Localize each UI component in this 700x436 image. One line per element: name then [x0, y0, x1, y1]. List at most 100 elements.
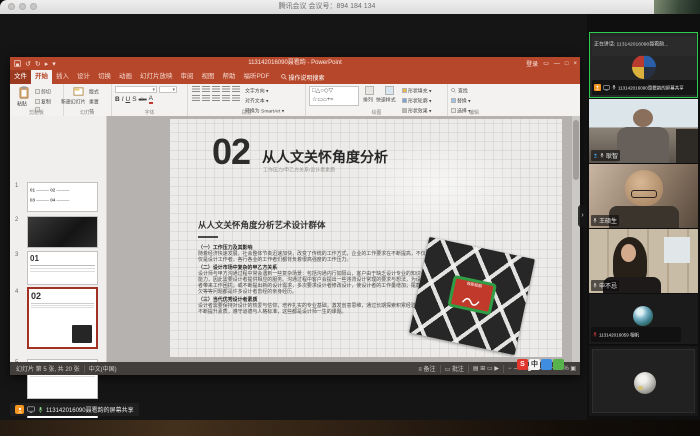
italic-button[interactable]: I: [122, 96, 124, 103]
fit-to-window-icon[interactable]: ▣: [570, 365, 576, 372]
sharer-avatar-icon: [15, 405, 24, 414]
language-indicator[interactable]: 中文(中国): [89, 364, 117, 373]
tab-design[interactable]: 设计: [73, 70, 94, 84]
shape-outline-button[interactable]: 形状轮廓 ▾: [402, 96, 441, 106]
ime-keyboard-icon[interactable]: [541, 359, 552, 370]
vertical-scrollbar[interactable]: [572, 116, 580, 362]
ribbon: 粘贴 剪切 复制 格式刷 剪贴板 新建幻灯片 版式 重置 节: [10, 84, 580, 117]
strikethrough-button[interactable]: abc: [139, 97, 147, 103]
layout-button[interactable]: 版式: [89, 87, 103, 97]
sign-in-button[interactable]: 登录: [526, 59, 538, 68]
close-window-icon[interactable]: [8, 3, 15, 10]
tab-file[interactable]: 文件: [10, 70, 31, 84]
slide-thumbnail-2[interactable]: [27, 216, 98, 248]
tab-home[interactable]: 开始: [31, 70, 52, 84]
tab-slideshow[interactable]: 幻灯片放映: [136, 70, 177, 84]
macos-titlebar: 腾讯会议 会议号：894 184 134: [0, 0, 654, 15]
paste-button[interactable]: 粘贴: [13, 86, 35, 109]
close-button[interactable]: ×: [573, 61, 577, 67]
cut-button[interactable]: 剪切: [35, 87, 61, 97]
tab-foxit-pdf[interactable]: 福昕PDF: [240, 70, 274, 84]
minimize-window-icon[interactable]: [19, 3, 26, 10]
share-pill-text: 113142016090聂雹韵的屏幕共享: [46, 405, 134, 414]
notes-icon: ≡: [418, 367, 422, 373]
clipboard-icon: [19, 86, 29, 99]
tab-help[interactable]: 帮助: [219, 70, 240, 84]
paragraph-group: 文字方向 ▾ 对齐文本 ▾ 转换为 SmartArt ▾ 段落: [188, 84, 306, 116]
maximize-button[interactable]: □: [565, 61, 569, 67]
bold-button[interactable]: B: [115, 96, 120, 103]
slide-title[interactable]: 从人文关怀角度分析: [262, 147, 388, 167]
copy-button[interactable]: 复制: [35, 97, 61, 107]
tile-participant-video[interactable]: 耿智: [589, 99, 698, 163]
find-button[interactable]: 查找: [451, 86, 498, 96]
tab-transitions[interactable]: 切换: [94, 70, 115, 84]
avatar: [634, 372, 656, 394]
quick-styles-icon: [385, 86, 394, 95]
slide-thumbnail-3[interactable]: 01: [27, 251, 98, 285]
powerpoint-window-title: 113142016090聂雹韵 - PowerPoint: [10, 57, 580, 70]
ime-toolbox-icon[interactable]: [553, 359, 564, 370]
tile-active-speaker-share[interactable]: 正在讲话: 113142016090聂雹韵... 113142016090聂雹韵…: [589, 32, 698, 98]
zoom-out-button[interactable]: −: [508, 366, 512, 372]
reset-button[interactable]: 重置: [89, 97, 103, 107]
poster-image[interactable]: 极新假期: [409, 237, 535, 355]
tile-participant-video[interactable]: 申不忌: [589, 229, 698, 293]
slide-subtitle[interactable]: 工作压力/甲乙方关系/设计者素质: [263, 166, 394, 179]
screen-share-indicator: 113142016090聂雹韵的屏幕共享: [10, 403, 139, 416]
tile-participant-avatar[interactable]: 113142016059 相帆: [589, 294, 698, 344]
font-size-select[interactable]: ▾: [159, 86, 177, 93]
mic-icon: [600, 152, 604, 159]
editing-group: 查找 替换 ▾ 选择 ▾ 编辑: [448, 84, 500, 116]
comments-icon: ▭: [445, 367, 451, 373]
slide-section-number[interactable]: 02: [212, 131, 250, 173]
slide[interactable]: 02 从人文关怀角度分析 工作压力/甲乙方关系/设计者素质 从人文关怀角度分析艺…: [170, 119, 562, 357]
tab-insert[interactable]: 插入: [52, 70, 73, 84]
minimize-button[interactable]: —: [554, 61, 560, 67]
slide-thumbnail-4-selected[interactable]: 02: [27, 287, 98, 349]
slideshow-view-icon[interactable]: ▶: [494, 365, 499, 372]
slide-heading[interactable]: 从人文关怀角度分析艺术设计群体: [198, 219, 326, 231]
slide-counter: 幻灯片 第 5 张, 共 20 张: [16, 364, 80, 373]
replace-button[interactable]: 替换 ▾: [451, 96, 498, 106]
new-slide-button[interactable]: 新建幻灯片: [67, 86, 89, 107]
sogou-icon[interactable]: S: [517, 359, 528, 370]
ribbon-options-icon[interactable]: ▭: [543, 60, 549, 67]
poster-emblem: 极新假期: [447, 275, 497, 315]
notes-button[interactable]: ≡ 备注: [418, 364, 435, 373]
zoom-window-icon[interactable]: [30, 3, 37, 10]
person-head: [625, 170, 663, 206]
bullet-list-buttons[interactable]: [191, 86, 245, 95]
reading-view-icon[interactable]: ▭: [487, 365, 493, 372]
tile-participant-video[interactable]: 王硕生: [589, 164, 698, 228]
font-name-select[interactable]: ▾: [115, 86, 157, 93]
font-color-button[interactable]: A: [149, 95, 153, 104]
normal-view-icon[interactable]: ▤: [473, 365, 479, 372]
underline-button[interactable]: U: [126, 96, 131, 103]
shape-fill-button[interactable]: 形状填充 ▾: [402, 86, 441, 96]
participant-name: 113142016090聂雹韵的屏幕共享: [618, 84, 684, 91]
mic-muted-icon: [593, 331, 597, 338]
slide-body-text[interactable]: （一）工作压力及其影响 随着经济快速发展，社会整体节奏迅速加快，改变了传统的工作…: [198, 243, 429, 315]
participant-name: 耿智: [606, 151, 618, 160]
shapes-gallery[interactable]: □△○◇▽ ☆▭⌂+≈: [309, 86, 359, 106]
slide-thumbnail-1[interactable]: 01 ──── 02 ──── 03 ──── 04 ────: [27, 182, 98, 212]
align-text-button[interactable]: 对齐文本 ▾: [245, 96, 301, 106]
sorter-view-icon[interactable]: ⊞: [480, 365, 485, 372]
tile-participant-avatar[interactable]: [589, 346, 698, 416]
text-shadow-button[interactable]: S: [132, 96, 136, 103]
share-badge-icon: [594, 84, 601, 91]
text-direction-button[interactable]: 文字方向 ▾: [245, 86, 301, 96]
quick-styles-button[interactable]: 快速样式: [381, 86, 399, 105]
tab-animations[interactable]: 动画: [115, 70, 136, 84]
sidebar-collapse-handle[interactable]: ›: [578, 205, 587, 227]
tab-view[interactable]: 视图: [198, 70, 219, 84]
alignment-buttons[interactable]: [191, 95, 245, 104]
scrollbar-thumb[interactable]: [573, 120, 579, 180]
comments-button[interactable]: ▭ 批注: [445, 364, 464, 373]
tab-review[interactable]: 审阅: [177, 70, 198, 84]
chinese-mode-icon[interactable]: 中: [529, 359, 540, 370]
tell-me-search[interactable]: 操作说明搜索: [281, 73, 325, 82]
person-head: [621, 244, 636, 262]
poster-doodle-icon: [460, 292, 482, 310]
